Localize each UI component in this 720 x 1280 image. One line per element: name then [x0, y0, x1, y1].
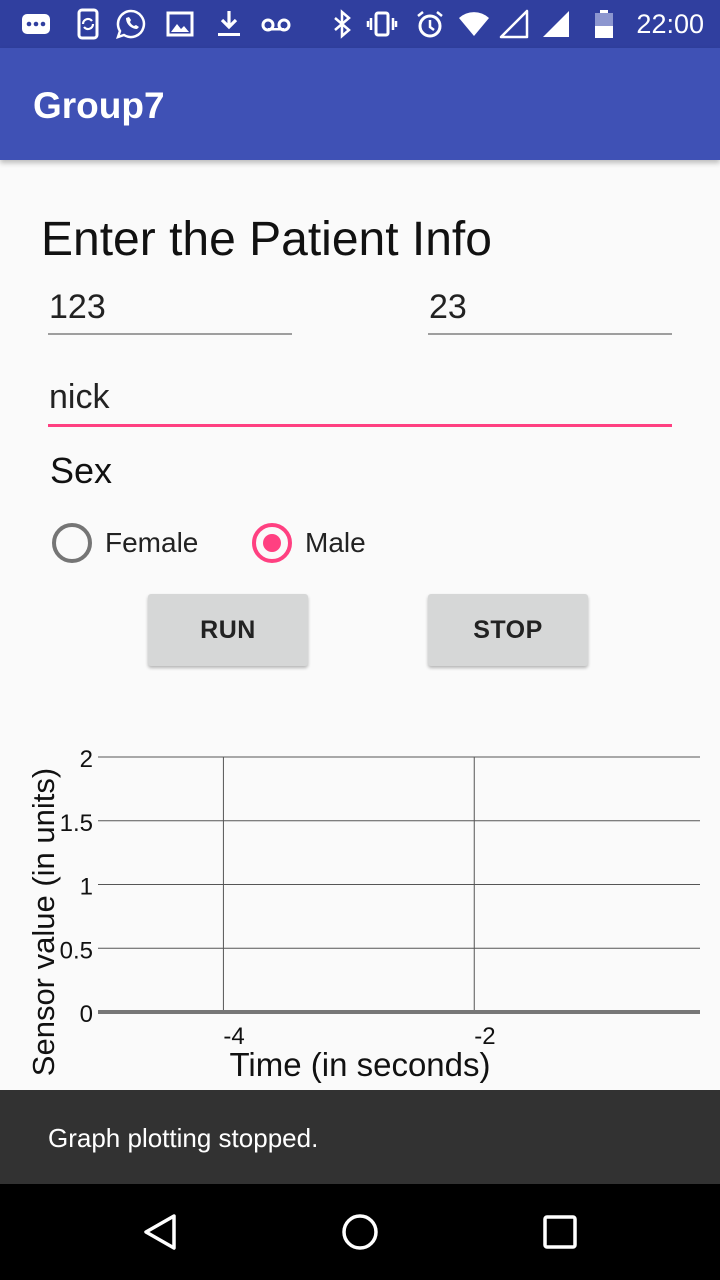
sex-label: Sex: [50, 450, 113, 491]
chart-y-tick-label: 0.5: [60, 937, 93, 964]
radio-female-label: Female: [105, 527, 199, 558]
stop-button[interactable]: STOP: [428, 594, 588, 666]
whatsapp-icon: [116, 9, 146, 39]
page-heading: Enter the Patient Info: [41, 213, 492, 266]
status-bar: 22:00: [0, 0, 720, 48]
name-value: nick: [49, 378, 110, 416]
radio-male-label: Male: [305, 527, 366, 558]
voicemail-icon: [261, 18, 291, 32]
toast: Graph plotting stopped.: [0, 1090, 720, 1184]
patient-id-underline: [48, 333, 292, 335]
chart-y-axis-label: Sensor value (in units): [26, 768, 61, 1076]
chart-y-ticks: 0 0.5 1 1.5 2: [60, 746, 93, 1028]
app-bar: Group7: [0, 48, 720, 160]
radio-male[interactable]: Male: [252, 520, 366, 566]
app-title: Group7: [33, 85, 165, 126]
signal-icon: [543, 11, 569, 37]
radio-female-circle[interactable]: [52, 523, 92, 563]
recents-icon[interactable]: [536, 1208, 584, 1256]
patient-id-value: 123: [49, 288, 106, 326]
bluetooth-icon: [334, 9, 351, 39]
status-time: 22:00: [636, 9, 704, 39]
sensor-graph: 00.511.52 -4 -2 Sensor value (in units) T…: [26, 746, 700, 1083]
chart-y-tick-label: 0: [80, 1001, 93, 1028]
chart-y-tick-label: 1: [80, 874, 93, 901]
sync-phone-icon: [77, 8, 99, 40]
age-field[interactable]: 23: [428, 286, 672, 336]
nav-bar: [0, 1184, 720, 1280]
alarm-icon: [417, 11, 443, 38]
run-button[interactable]: RUN: [148, 594, 308, 666]
image-icon: [166, 11, 194, 37]
name-field[interactable]: nick: [48, 376, 672, 428]
back-icon[interactable]: [136, 1208, 184, 1256]
more-icon: [22, 14, 50, 34]
age-value: 23: [429, 288, 467, 326]
age-underline: [428, 333, 672, 335]
wifi-icon: [459, 12, 489, 36]
download-icon: [218, 11, 240, 36]
name-underline: [48, 424, 672, 427]
chart-y-tick-label: 1.5: [60, 810, 93, 837]
chart-x-axis-label: Time (in seconds): [229, 1046, 490, 1083]
signal-empty-icon: [499, 9, 529, 39]
chart-y-tick-label: 2: [80, 746, 93, 773]
radio-female[interactable]: Female: [52, 520, 198, 566]
vibrate-icon: [366, 11, 398, 37]
toast-message: Graph plotting stopped.: [48, 1123, 319, 1153]
home-icon[interactable]: [336, 1208, 384, 1256]
chart-grid: [98, 756, 700, 1012]
battery-icon: [595, 10, 613, 38]
radio-male-circle[interactable]: [252, 523, 292, 563]
patient-id-field[interactable]: 123: [48, 286, 292, 336]
